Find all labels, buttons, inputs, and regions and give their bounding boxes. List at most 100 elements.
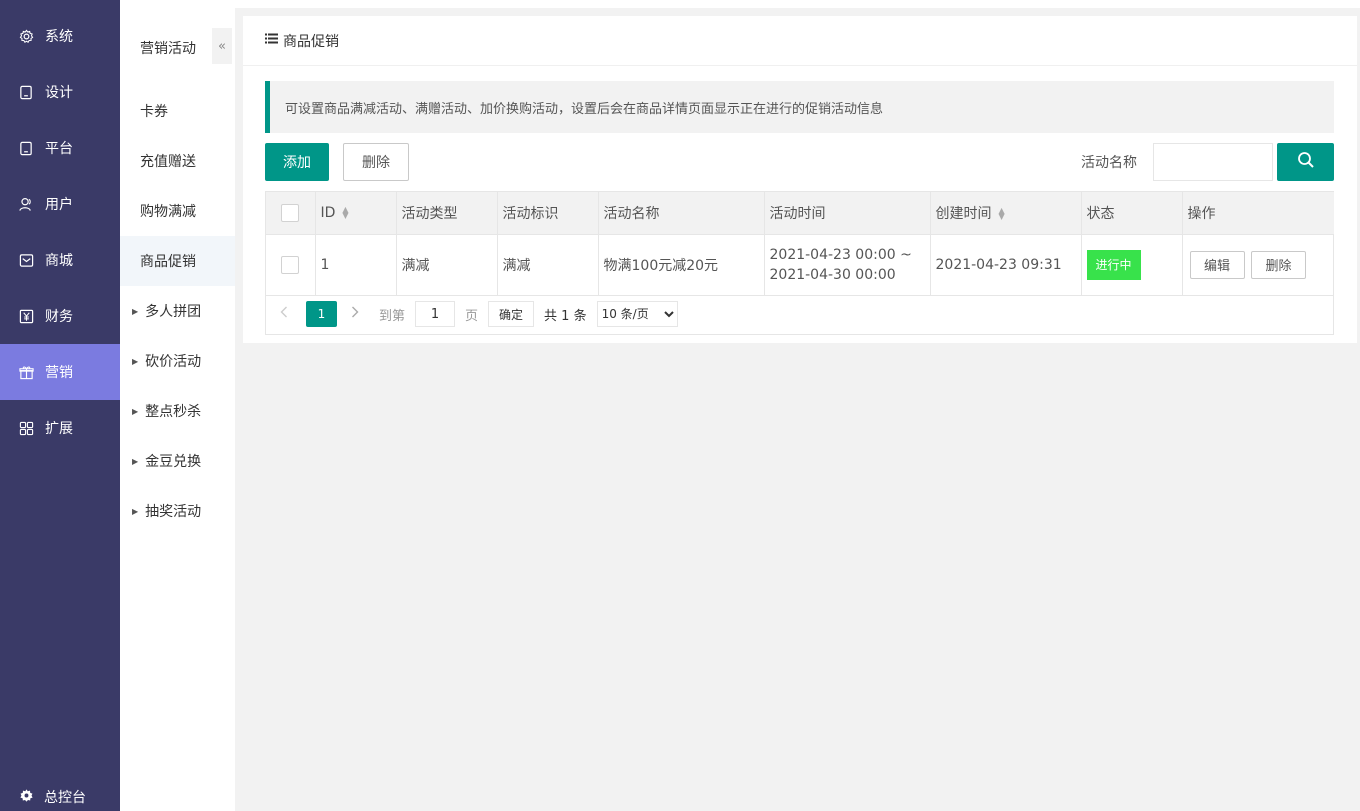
caret-right-icon: ▶ [132, 456, 139, 466]
nav-item-label: 商城 [45, 253, 73, 269]
nav-item-marketing[interactable]: 营销 [0, 344, 120, 400]
search-icon [1297, 151, 1315, 173]
sidebar-group-flash-sale[interactable]: ▶ 整点秒杀 [120, 386, 235, 436]
cell-created: 2021-04-23 09:31 [930, 234, 1082, 295]
toolbar: 添加 删除 活动名称 [265, 143, 1334, 181]
nav-item-label: 扩展 [45, 421, 73, 437]
secondary-sidebar-title: 营销活动 [140, 41, 196, 57]
select-all-checkbox[interactable] [281, 203, 299, 222]
caret-right-icon: ▶ [132, 356, 139, 366]
sidebar-item-product-promotion[interactable]: 商品促销 [120, 236, 235, 286]
header-time: 活动时间 [764, 192, 931, 234]
tip-banner: 可设置商品满减活动、满赠活动、加价换购活动，设置后会在商品详情页面显示正在进行的… [265, 81, 1334, 133]
row-select-cell [266, 234, 316, 295]
header-created[interactable]: 创建时间 ▲ ▼ [930, 192, 1082, 234]
gear-icon [20, 788, 33, 806]
nav-item-system[interactable]: 系统 [0, 8, 120, 64]
caret-right-icon: ▶ [132, 506, 139, 516]
cell-tag: 满减 [497, 234, 599, 295]
sidebar-group-bargain[interactable]: ▶ 砍价活动 [120, 336, 235, 386]
header-tag: 活动标识 [497, 192, 599, 234]
header-id[interactable]: ID ▲ ▼ [315, 192, 397, 234]
sort-icon[interactable]: ▲ ▼ [999, 206, 1005, 220]
double-chevron-left-icon: « [218, 38, 226, 54]
cell-id: 1 [315, 234, 397, 295]
nav-item-finance[interactable]: 财务 [0, 288, 120, 344]
goto-confirm-button[interactable]: 确定 [488, 301, 535, 327]
row-checkbox[interactable] [281, 255, 299, 274]
goto-label: 到第 [379, 308, 406, 324]
search-button[interactable] [1277, 143, 1334, 181]
sidebar-group-label: 金豆兑换 [145, 454, 202, 470]
nav-item-label: 系统 [45, 29, 73, 45]
grid-icon [18, 420, 34, 436]
sidebar-group-label: 抽奖活动 [145, 504, 202, 520]
row-delete-button[interactable]: 删除 [1250, 250, 1306, 279]
caret-right-icon: ▶ [132, 306, 139, 316]
yen-icon [18, 308, 34, 324]
header-label: 创建时间 [935, 205, 992, 222]
collapse-sidebar-button[interactable]: « [212, 28, 232, 64]
nav-item-user[interactable]: 用户 [0, 176, 120, 232]
top-strip [235, 0, 1360, 8]
cell-type: 满减 [396, 234, 498, 295]
search-input[interactable] [1153, 143, 1273, 181]
goto-page-input[interactable] [415, 301, 456, 327]
status-badge: 进行中 [1086, 249, 1141, 280]
sidebar-group-bean-exchange[interactable]: ▶ 金豆兑换 [120, 436, 235, 486]
pagination: 1 到第 页 确定 共 1 条 10 条/页 20 条/页 30 条/页 [266, 294, 1333, 334]
sidebar-group-lottery[interactable]: ▶ 抽奖活动 [120, 486, 235, 536]
nav-item-label: 平台 [45, 141, 73, 157]
table-row: 1 满减 满减 物满100元减20元 2021-04-23 00:00 ~ 20… [266, 234, 1334, 295]
sidebar-group-group-buy[interactable]: ▶ 多人拼团 [120, 286, 235, 336]
page-size-select[interactable]: 10 条/页 20 条/页 30 条/页 [596, 301, 678, 327]
nav-item-mall[interactable]: 商城 [0, 232, 120, 288]
cell-actions: 编辑 删除 [1182, 234, 1334, 295]
sort-icon[interactable]: ▲ ▼ [342, 205, 348, 219]
nav-item-platform[interactable]: 平台 [0, 120, 120, 176]
page-title: 商品促销 [283, 33, 339, 50]
gift-icon [18, 364, 34, 380]
chevron-right-icon[interactable] [351, 306, 369, 322]
chevron-left-icon[interactable] [280, 306, 298, 322]
tip-text: 可设置商品满减活动、满赠活动、加价换购活动，设置后会在商品详情页面显示正在进行的… [285, 101, 884, 117]
list-icon [265, 33, 278, 48]
edit-button[interactable]: 编辑 [1189, 250, 1245, 279]
nav-item-design[interactable]: 设计 [0, 64, 120, 120]
add-button[interactable]: 添加 [265, 143, 329, 181]
header-label: ID [320, 204, 336, 221]
sidebar-group-label: 多人拼团 [145, 304, 202, 320]
sidebar-item-recharge-gift[interactable]: 充值赠送 [120, 136, 235, 186]
search-label: 活动名称 [1081, 155, 1137, 171]
header-type: 活动类型 [396, 192, 498, 234]
mail-icon [18, 252, 34, 268]
nav-item-extension[interactable]: 扩展 [0, 400, 120, 456]
sidebar-item-full-reduction[interactable]: 购物满减 [120, 186, 235, 236]
nav-item-label: 设计 [45, 85, 73, 101]
sidebar-group-label: 砍价活动 [145, 354, 202, 370]
delete-button[interactable]: 删除 [343, 143, 409, 181]
current-page[interactable]: 1 [306, 301, 337, 327]
caret-right-icon: ▶ [132, 406, 139, 416]
nav-item-label: 营销 [45, 365, 73, 381]
secondary-sidebar: 营销活动 « 卡券 充值赠送 购物满减 商品促销 ▶ 多人拼团 ▶ 砍价活动 ▶ 整点… [120, 0, 235, 811]
primary-sidebar: 系统 设计 平台 用户 商城 财务 营销 扩展 总控台 [0, 0, 120, 811]
total-count: 共 1 条 [544, 308, 587, 324]
nav-dashboard[interactable]: 总控台 [0, 783, 120, 811]
header-select-all [266, 192, 316, 234]
secondary-sidebar-header: 营销活动 « [120, 0, 235, 94]
page-label: 页 [465, 308, 479, 324]
tablet-icon [18, 140, 34, 156]
header-actions: 操作 [1187, 205, 1216, 222]
gear-icon [18, 28, 34, 44]
sidebar-item-label: 卡券 [140, 104, 168, 120]
promotion-table: ID ▲ ▼ 活动类型 活动标识 活动名称 活动时间 创建时间 ▲ ▼ 状态 操作 1 … [265, 191, 1334, 335]
cell-time: 2021-04-23 00:00 ~ 2021-04-30 00:00 [764, 234, 931, 295]
cell-name: 物满100元减20元 [598, 234, 765, 295]
header-name: 活动名称 [598, 192, 765, 234]
cell-status: 进行中 [1081, 234, 1183, 295]
tablet-icon [18, 84, 34, 100]
sidebar-item-label: 充值赠送 [140, 154, 196, 170]
nav-dashboard-label: 总控台 [44, 790, 86, 806]
table-header-row: ID ▲ ▼ 活动类型 活动标识 活动名称 活动时间 创建时间 ▲ ▼ 状态 操作 [266, 192, 1334, 234]
